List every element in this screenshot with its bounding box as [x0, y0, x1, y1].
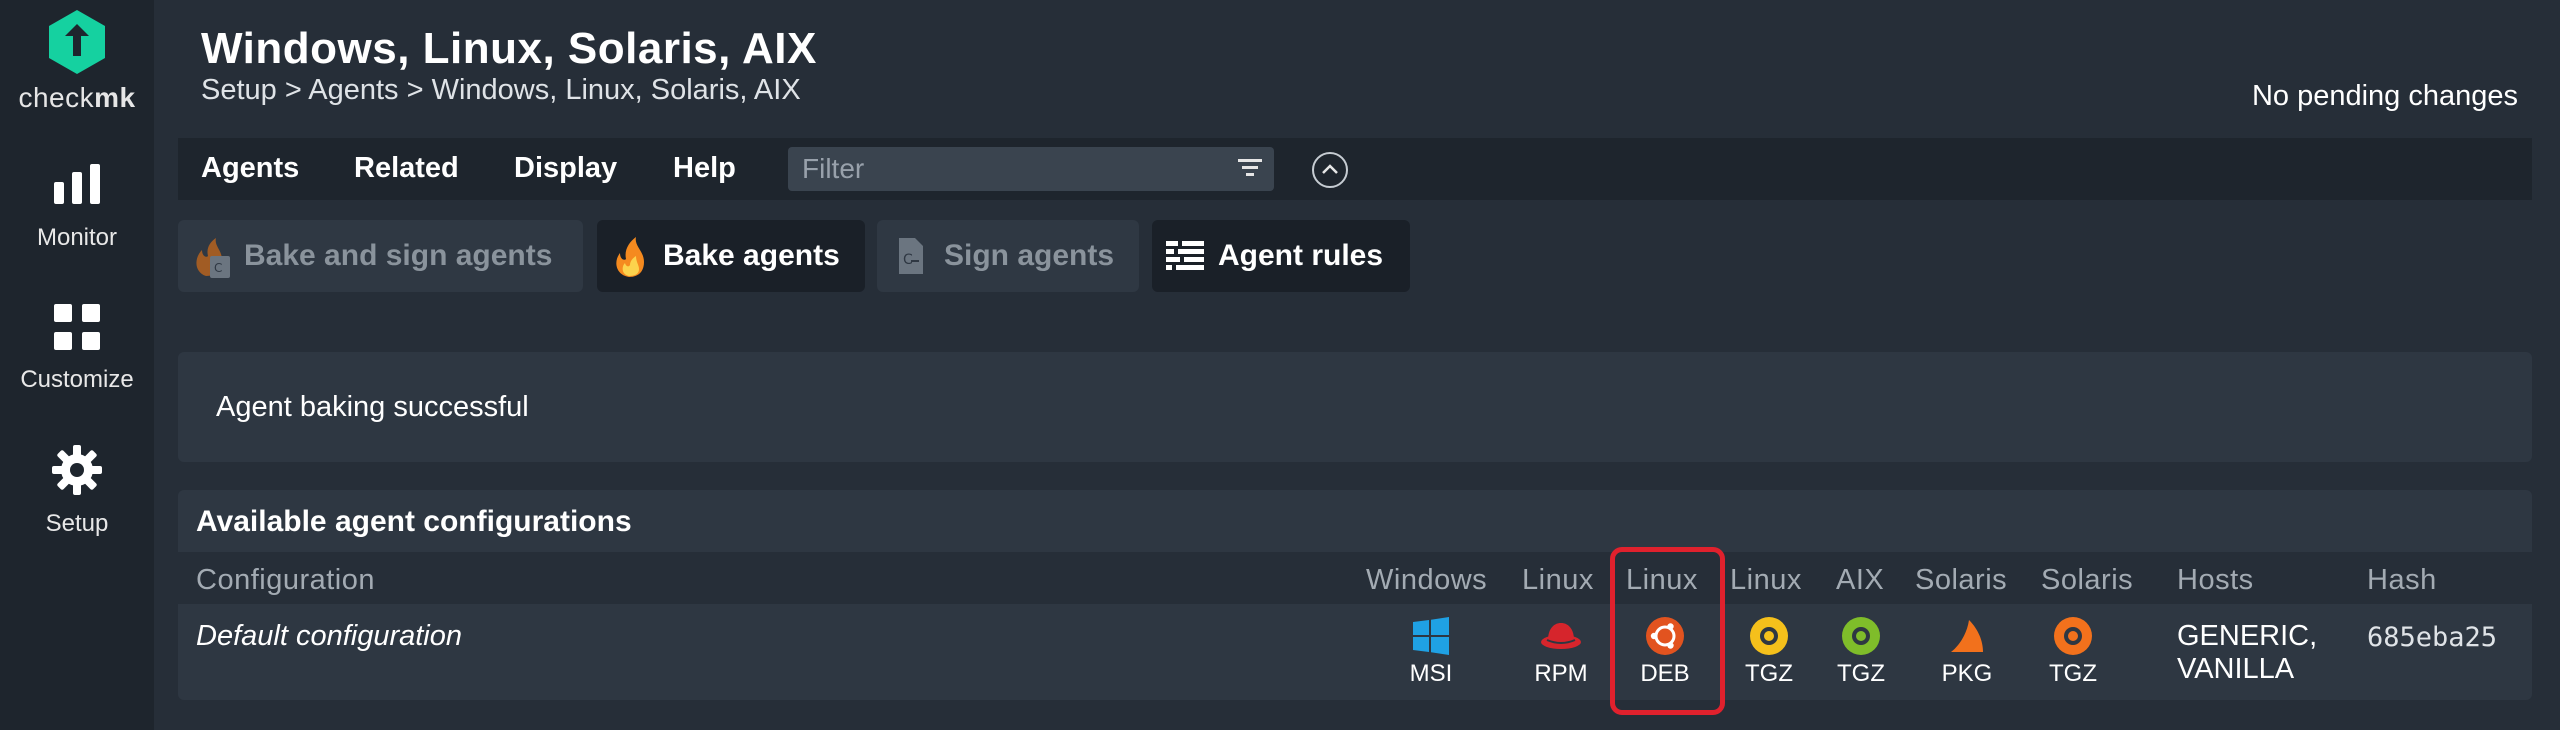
grid-icon — [54, 304, 100, 350]
rules-icon — [1166, 240, 1204, 277]
sidebar-item-label: Setup — [45, 510, 109, 537]
menu-display[interactable]: Display — [514, 152, 617, 185]
logo-text: checkmk — [18, 82, 136, 113]
filter-box — [788, 147, 1274, 191]
button-label: Bake agents — [663, 239, 840, 272]
button-label: Bake and sign agents — [244, 239, 553, 272]
breadcrumb[interactable]: Setup > Agents > Windows, Linux, Solaris… — [201, 74, 801, 107]
deb-package-highlight — [1610, 547, 1725, 715]
sidebar-item-label: Monitor — [36, 224, 118, 251]
column-header-hosts[interactable]: Hosts — [2177, 564, 2254, 597]
sign-agents-button[interactable]: C Sign agents — [877, 220, 1139, 292]
tgz-linux-icon — [1750, 617, 1788, 655]
column-header-hash[interactable]: Hash — [2367, 564, 2437, 597]
checkmk-logo[interactable]: checkmk — [0, 8, 154, 128]
column-header-aix: AIX — [1836, 564, 1885, 596]
column-header-linux-tgz: Linux — [1730, 564, 1802, 596]
flame-icon — [611, 236, 649, 283]
column-header-configuration[interactable]: Configuration — [196, 564, 375, 597]
download-solaris-tgz-package[interactable]: TGZ — [2028, 616, 2118, 688]
package-label: PKG — [1941, 660, 1993, 687]
download-msi-package[interactable]: MSI — [1386, 616, 1476, 688]
bake-agents-button[interactable]: Bake agents — [597, 220, 865, 292]
chevron-up-icon — [1322, 164, 1338, 174]
download-linux-tgz-package[interactable]: TGZ — [1724, 616, 1814, 688]
button-label: Agent rules — [1218, 239, 1384, 272]
checkmk-logo-icon — [49, 10, 105, 74]
package-label: MSI — [1409, 660, 1453, 687]
gear-icon — [52, 445, 102, 495]
menu-bar: Agents Related Display Help — [178, 138, 2532, 200]
redhat-icon — [1541, 623, 1581, 649]
filter-icon[interactable] — [1238, 157, 1262, 184]
button-label: Sign agents — [944, 239, 1115, 272]
sign-icon: C — [897, 236, 925, 281]
hosts-cell: GENERIC, VANILLA — [2177, 620, 2317, 686]
table-title: Available agent configurations — [196, 505, 632, 538]
download-aix-tgz-package[interactable]: TGZ — [1816, 616, 1906, 688]
menu-agents[interactable]: Agents — [201, 152, 299, 185]
filter-input[interactable] — [788, 147, 1218, 191]
column-header-linux-rpm: Linux — [1522, 564, 1594, 596]
tgz-solaris-icon — [2054, 617, 2092, 655]
page-title: Windows, Linux, Solaris, AIX — [201, 24, 817, 73]
svg-text:C: C — [214, 261, 222, 275]
table-row: Default configuration MSI RPM DEB TGZ TG… — [178, 614, 2532, 688]
column-header-solaris-pkg: Solaris — [1915, 564, 2008, 596]
sidebar-item-label: Customize — [20, 366, 134, 393]
solaris-pkg-icon — [1951, 620, 1983, 652]
tgz-aix-icon — [1842, 617, 1880, 655]
pending-changes-status[interactable]: No pending changes — [2252, 80, 2518, 113]
menu-related[interactable]: Related — [354, 152, 459, 185]
column-header-solaris-tgz: Solaris — [2041, 564, 2134, 596]
agent-rules-button[interactable]: Agent rules — [1152, 220, 1410, 292]
host-generic: GENERIC, — [2177, 620, 2318, 652]
bar-chart-icon — [54, 164, 100, 204]
collapse-toggle-button[interactable] — [1312, 152, 1348, 188]
package-label: RPM — [1534, 660, 1588, 687]
agent-configurations-table: Available agent configurations Configura… — [178, 490, 2532, 700]
menu-help[interactable]: Help — [673, 152, 736, 185]
package-label: TGZ — [1837, 660, 1885, 687]
sidebar-item-customize[interactable]: Customize — [0, 302, 154, 432]
download-rpm-package[interactable]: RPM — [1516, 616, 1606, 688]
config-hash: 685eba25 — [2367, 622, 2498, 653]
windows-icon — [1413, 617, 1449, 655]
download-solaris-pkg-package[interactable]: PKG — [1922, 616, 2012, 688]
success-message: Agent baking successful — [178, 352, 2532, 462]
sidebar-item-monitor[interactable]: Monitor — [0, 162, 154, 292]
package-label: TGZ — [1745, 660, 1793, 687]
message-text: Agent baking successful — [216, 391, 529, 423]
configuration-name: Default configuration — [196, 620, 462, 652]
bake-and-sign-agents-button[interactable]: C Bake and sign agents — [178, 220, 583, 292]
sidebar-item-setup[interactable]: Setup — [0, 444, 154, 574]
column-header-windows: Windows — [1366, 564, 1488, 596]
flame-sign-icon: C — [192, 236, 232, 283]
host-vanilla: VANILLA — [2177, 653, 2295, 685]
sidebar: checkmk Monitor Customize Setup — [0, 0, 154, 730]
table-header: Configuration Windows Linux Linux Linux … — [178, 552, 2532, 604]
package-label: TGZ — [2049, 660, 2097, 687]
